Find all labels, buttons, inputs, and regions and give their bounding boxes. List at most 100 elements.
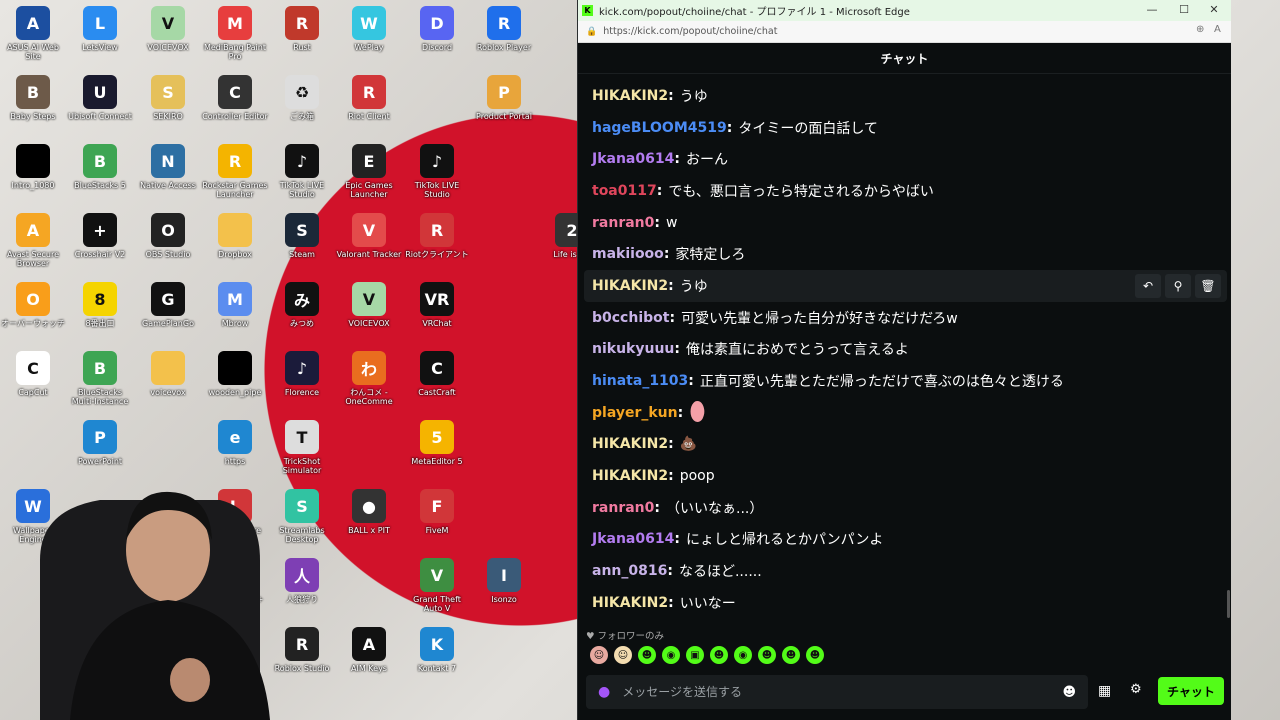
desktop-icon[interactable]: ♪ TikTok LIVE Studio (404, 144, 470, 199)
quick-emote-icon[interactable]: ☺ (614, 646, 632, 664)
chat-message[interactable]: HIKAKIN2: うゆ (578, 80, 1231, 112)
desktop-icon[interactable]: R Roblox Player (471, 6, 537, 52)
desktop-icon[interactable]: A ASUS AI Web Site (0, 6, 66, 61)
desktop-icon[interactable]: U Ubisoft Connect (67, 75, 133, 121)
chat-username[interactable]: ranran0 (592, 500, 654, 516)
close-button[interactable]: ✕ (1200, 2, 1228, 18)
chat-username[interactable]: nikukyuuu (592, 341, 674, 357)
address-bar[interactable]: 🔒 https://kick.com/popout/choiine/chat ⊕… (578, 21, 1231, 43)
chat-username[interactable]: HIKAKIN2 (592, 278, 668, 294)
chat-message[interactable]: ann_0816: なるほど...... (578, 555, 1231, 587)
desktop-icon[interactable]: B BlueStacks Multi-Instance (67, 351, 133, 406)
quick-emote-icon[interactable]: ☻ (638, 646, 656, 664)
desktop-icon[interactable]: S SEKIRO (135, 75, 201, 121)
desktop-icon[interactable]: VR VRChat (404, 282, 470, 328)
chat-message[interactable]: nikukyuuu: 俺は素直におめでとうって言えるよ (578, 334, 1231, 366)
desktop-icon[interactable]: 8 8番出口 (67, 282, 133, 328)
desktop-icon[interactable]: わわんコメ - OneComme (336, 351, 402, 406)
minimize-button[interactable]: — (1138, 2, 1166, 18)
url-text[interactable]: https://kick.com/popout/choiine/chat (603, 26, 777, 37)
quick-emote-icon[interactable]: ☺ (590, 646, 608, 664)
chat-username[interactable]: Jkana0614 (592, 531, 674, 547)
chat-scrollbar[interactable] (1227, 590, 1230, 618)
desktop-icon[interactable]: M Mbrow (202, 282, 268, 328)
chat-message[interactable]: hageBLOOM4519: タイミーの面白話して (578, 112, 1231, 144)
desktop-icon[interactable]: V VOICEVOX (336, 282, 402, 328)
quick-emote-icon[interactable]: ▣ (686, 646, 704, 664)
chat-message[interactable]: ranran0: （いいなぁ...） (578, 492, 1231, 524)
desktop-icon[interactable]: R Riot Client (336, 75, 402, 121)
chat-username[interactable]: player_kun (592, 405, 678, 421)
chat-username[interactable]: HIKAKIN2 (592, 88, 668, 104)
chat-message[interactable]: hinata_1103: 正直可愛い先輩とただ帰っただけで喜ぶのは色々と透ける (578, 365, 1231, 397)
quick-emote-icon[interactable]: ◉ (734, 646, 752, 664)
desktop-icon[interactable]: 5 MetaEditor 5 (404, 420, 470, 466)
maximize-button[interactable]: ☐ (1170, 2, 1198, 18)
desktop-icon[interactable]: A AIM Keys (336, 627, 402, 673)
desktop-icon[interactable]: + Crosshair V2 (67, 213, 133, 259)
desktop-icon[interactable]: P Product Portal (471, 75, 537, 121)
desktop-icon[interactable]: F FiveM (404, 489, 470, 535)
chat-username[interactable]: makiiooo (592, 246, 664, 262)
chat-username[interactable]: Jkana0614 (592, 151, 674, 167)
chat-input-box[interactable]: ● ☻ (586, 675, 1088, 709)
message-input[interactable] (620, 684, 1063, 700)
desktop-icon[interactable]: R Rockstar Games Launcher (202, 144, 268, 199)
desktop-icon[interactable]: A Avast Secure Browser (0, 213, 66, 268)
desktop-icon[interactable]: R Rust (269, 6, 335, 52)
chat-message[interactable]: HIKAKIN2: いいなー (578, 587, 1231, 619)
chat-message[interactable]: b0cchibot: 可愛い先輩と帰った自分が好きなだけだろw (578, 302, 1231, 334)
desktop-icon[interactable]: ♻ ごみ箱 (269, 75, 335, 121)
chat-username[interactable]: ann_0816 (592, 563, 667, 579)
chat-message[interactable]: makiiooo: 家特定しろ (578, 238, 1231, 270)
desktop-icon[interactable]: V Valorant Tracker (336, 213, 402, 259)
desktop-icon[interactable]: Intro_1080 (0, 144, 66, 190)
quick-emote-icon[interactable]: ☻ (782, 646, 800, 664)
desktop-icon[interactable]: ♪ Florence (269, 351, 335, 397)
desktop-icon[interactable]: voicevox (135, 351, 201, 397)
microphone-icon[interactable]: ● (598, 684, 610, 700)
gear-icon[interactable]: ⚙ (1130, 682, 1142, 697)
chat-username[interactable]: toa0117 (592, 183, 657, 199)
desktop-icon[interactable]: G GamePlanGo (135, 282, 201, 328)
desktop-icon[interactable]: C Controller Editor (202, 75, 268, 121)
reply-icon[interactable]: ↶ (1135, 274, 1161, 299)
quick-emote-icon[interactable]: ☻ (806, 646, 824, 664)
desktop-icon[interactable]: N Native Access (135, 144, 201, 190)
desktop-icon[interactable]: L LetsView (67, 6, 133, 52)
desktop-icon[interactable]: C CastCraft (404, 351, 470, 397)
chat-username[interactable]: HIKAKIN2 (592, 595, 668, 611)
chat-message[interactable]: toa0117: でも、悪口言ったら特定されるからやばい (578, 175, 1231, 207)
delete-icon[interactable]: 🗑 (1195, 274, 1221, 299)
desktop-icon[interactable]: O オーバーウォッチ (0, 282, 66, 328)
chat-message[interactable]: Jkana0614: おーん (578, 143, 1231, 175)
desktop-icon[interactable]: V Grand Theft Auto V (404, 558, 470, 613)
emoji-icon[interactable]: ☻ (1062, 685, 1076, 700)
chat-username[interactable]: ranran0 (592, 215, 654, 231)
pin-icon[interactable]: ⚲ (1165, 274, 1191, 299)
chat-message[interactable]: player_kun: ⬮ (578, 397, 1231, 429)
desktop-icon[interactable]: R Riotクライアント (404, 213, 470, 259)
desktop-icon[interactable]: C CapCut (0, 351, 66, 397)
zoom-icon[interactable]: ⊕ (1196, 24, 1204, 35)
desktop-icon[interactable]: K Kontakt 7 (404, 627, 470, 673)
quick-emote-icon[interactable]: ☻ (710, 646, 728, 664)
desktop-icon[interactable]: wooden_pipe (202, 351, 268, 397)
desktop-icon[interactable]: M MediBang Paint Pro (202, 6, 268, 61)
desktop-icon[interactable]: E Epic Games Launcher (336, 144, 402, 199)
desktop-icon[interactable]: ● BALL x PIT (336, 489, 402, 535)
chat-message[interactable]: ranran0: w (578, 207, 1231, 239)
quick-emote-icon[interactable]: ☻ (758, 646, 776, 664)
desktop-icon[interactable]: P PowerPoint (67, 420, 133, 466)
chat-username[interactable]: hinata_1103 (592, 373, 688, 389)
quick-emote-icon[interactable]: ◉ (662, 646, 680, 664)
chat-username[interactable]: b0cchibot (592, 310, 669, 326)
chat-message[interactable]: HIKAKIN2: poop (578, 460, 1231, 492)
chat-username[interactable]: HIKAKIN2 (592, 436, 668, 452)
chat-message[interactable]: HIKAKIN2: うゆ ↶ ⚲ 🗑 (584, 270, 1227, 302)
desktop-icon[interactable]: ♪ TikTok LIVE Studio (269, 144, 335, 199)
chat-message[interactable]: HIKAKIN2: 💩 (578, 429, 1231, 461)
desktop-icon[interactable]: B Baby Steps (0, 75, 66, 121)
desktop-icon[interactable]: S Steam (269, 213, 335, 259)
desktop-icon[interactable]: W WePlay (336, 6, 402, 52)
